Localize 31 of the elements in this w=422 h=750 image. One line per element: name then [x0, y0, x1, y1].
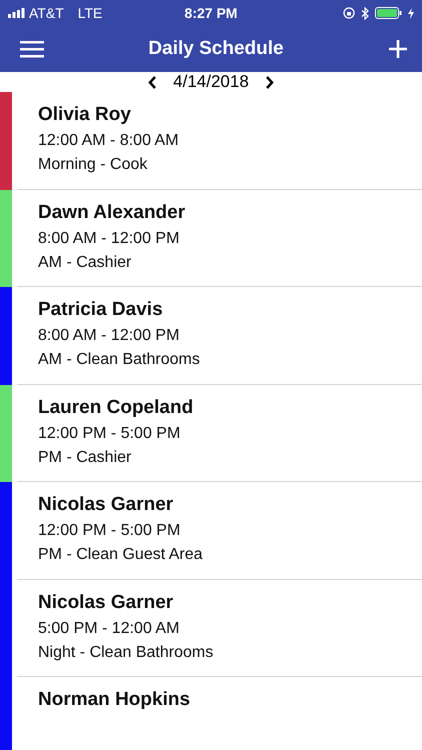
- employee-name: Nicolas Garner: [38, 494, 174, 516]
- menu-button[interactable]: [20, 40, 44, 58]
- charging-icon: [408, 8, 414, 18]
- shift-role: PM - Cashier: [38, 448, 132, 466]
- rotation-lock-icon: [343, 7, 356, 19]
- shift-role: AM - Clean Bathrooms: [38, 351, 201, 369]
- shift-role: Morning - Cook: [38, 156, 148, 174]
- employee-name: Patricia Davis: [38, 299, 164, 321]
- employee-name: Lauren Copeland: [38, 396, 194, 418]
- signal-icon: [8, 8, 25, 18]
- shift-time: 5:00 PM - 12:00 AM: [38, 620, 180, 638]
- employee-name: Dawn Alexander: [38, 202, 186, 224]
- shift-role: PM - Clean Guest Area: [38, 546, 204, 564]
- clock-time: 8:27 PM: [184, 5, 238, 21]
- shift-time: 8:00 AM - 12:00 PM: [38, 327, 180, 345]
- network-label: LTE: [78, 5, 102, 21]
- shift-time: 12:00 AM - 8:00 AM: [38, 132, 180, 150]
- bluetooth-icon: [361, 6, 370, 20]
- screen-title: Daily Schedule: [148, 38, 284, 60]
- carrier-label: AT&T: [29, 5, 64, 21]
- shift-time: 8:00 AM - 12:00 PM: [38, 230, 180, 248]
- shift-role: Night - Clean Bathrooms: [38, 644, 214, 662]
- current-date: 4/14/2018: [173, 72, 249, 92]
- shift-time: 12:00 PM - 5:00 PM: [38, 522, 182, 540]
- employee-name: Nicolas Garner: [38, 592, 174, 614]
- employee-name: Olivia Roy: [38, 104, 132, 126]
- add-button[interactable]: [388, 39, 408, 59]
- shift-time: 12:00 PM - 5:00 PM: [38, 424, 182, 442]
- shift-role: AM - Cashier: [38, 254, 132, 272]
- battery-icon: [375, 7, 402, 19]
- employee-name: Norman Hopkins: [38, 689, 192, 711]
